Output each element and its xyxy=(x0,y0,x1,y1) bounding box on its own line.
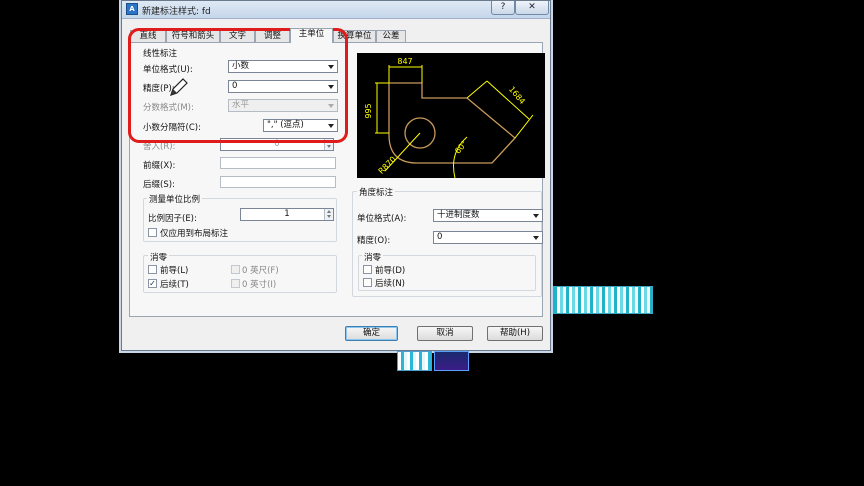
spin-down-icon xyxy=(327,145,331,148)
suffix-input[interactable] xyxy=(220,176,336,188)
angular-unit-format-value: 十进制度数 xyxy=(437,210,480,220)
help-title-button[interactable]: ? xyxy=(491,1,515,15)
preview-dim-right: 1684 xyxy=(507,85,527,106)
scale-factor-input[interactable]: 1 xyxy=(240,208,334,221)
scale-factor-label: 比例因子(E): xyxy=(148,214,197,224)
suffix-label: 后缀(S): xyxy=(143,180,175,190)
angular-unit-format-select[interactable]: 十进制度数 xyxy=(433,209,543,222)
spin-down-icon xyxy=(327,215,331,218)
zero-inches-label: 0 英寸(I) xyxy=(242,280,277,290)
layout-only-label: 仅应用到布局标注 xyxy=(160,229,229,239)
preview-dim-left: 995 xyxy=(364,103,373,118)
zero-inches-checkbox[interactable] xyxy=(231,279,240,288)
close-button[interactable]: ✕ xyxy=(515,1,549,15)
scale-group-title: 测量单位比例 xyxy=(147,193,203,205)
angular-precision-value: 0 xyxy=(437,232,443,242)
angular-group-title: 角度标注 xyxy=(357,186,396,198)
app-icon: A xyxy=(126,3,138,15)
tab-primary-units[interactable]: 主单位 xyxy=(290,28,333,43)
preview-canvas: 847 995 1684 60° R870 xyxy=(357,53,545,179)
cancel-button[interactable]: 取消 xyxy=(417,326,473,341)
preview-dim-top: 847 xyxy=(397,57,412,66)
prefix-input[interactable] xyxy=(220,157,336,169)
title-bar[interactable]: A 新建标注样式: fd ? ✕ xyxy=(122,1,550,19)
tab-tolerances[interactable]: 公差 xyxy=(376,30,406,42)
scale-factor-value: 1 xyxy=(284,209,290,219)
scale-factor-spinner[interactable] xyxy=(324,209,333,220)
taskbar-thumbnail-active[interactable] xyxy=(434,351,469,371)
chevron-down-icon xyxy=(533,214,539,218)
angular-trailing-zero-checkbox[interactable] xyxy=(363,278,372,287)
angular-trailing-zero-label: 后续(N) xyxy=(375,279,405,289)
window-title: 新建标注样式: fd xyxy=(142,7,211,17)
trailing-zero-label: 后续(T) xyxy=(160,280,189,290)
ok-button[interactable]: 确定 xyxy=(345,326,398,341)
zero-feet-label: 0 英尺(F) xyxy=(242,266,279,276)
leading-zero-label: 前导(L) xyxy=(160,266,189,276)
part-outline xyxy=(388,82,516,164)
ext-line-right-bottom xyxy=(514,114,534,139)
preview-radius: R870 xyxy=(377,155,398,176)
leading-zero-checkbox[interactable] xyxy=(148,265,157,274)
angular-zero-title: 消零 xyxy=(362,251,384,263)
angular-leading-zero-checkbox[interactable] xyxy=(363,265,372,274)
chevron-down-icon xyxy=(533,236,539,240)
angular-precision-label: 精度(O): xyxy=(357,236,391,246)
drawing-thumbnail[interactable] xyxy=(553,286,653,314)
zero-suppression-title: 消零 xyxy=(148,251,170,263)
preview-angle: 60° xyxy=(453,139,469,156)
spin-up-icon xyxy=(327,210,331,213)
preview-drawing: 847 995 1684 60° R870 xyxy=(364,57,534,179)
angular-unit-format-label: 单位格式(A): xyxy=(357,214,407,224)
zero-feet-checkbox[interactable] xyxy=(231,265,240,274)
layout-only-checkbox[interactable] xyxy=(148,228,157,237)
prefix-label: 前缀(X): xyxy=(143,161,176,171)
angular-precision-select[interactable]: 0 xyxy=(433,231,543,244)
ext-line-right-top xyxy=(466,80,488,99)
angular-leading-zero-label: 前导(D) xyxy=(375,266,406,276)
help-button[interactable]: 帮助(H) xyxy=(487,326,543,341)
annotation-highlight xyxy=(128,28,348,143)
trailing-zero-checkbox[interactable]: ✓ xyxy=(148,279,157,288)
taskbar-thumbnail[interactable] xyxy=(397,351,432,371)
